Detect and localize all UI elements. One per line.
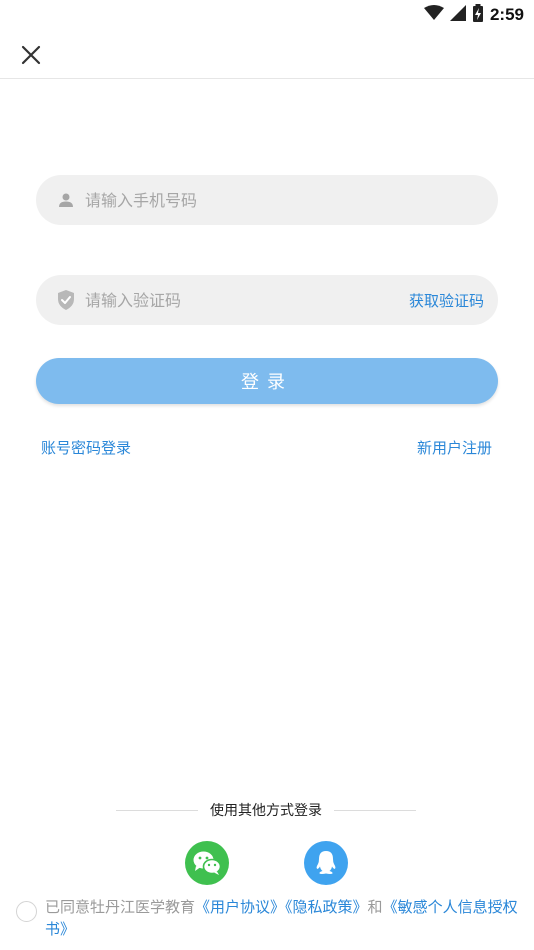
top-bar bbox=[0, 28, 534, 79]
get-code-button[interactable]: 获取验证码 bbox=[409, 290, 484, 311]
qq-login-button[interactable] bbox=[304, 841, 348, 885]
agreement: 已同意牡丹江医学教育《用户协议》《隐私政策》和《敏感个人信息授权书》 bbox=[16, 896, 532, 940]
close-button[interactable] bbox=[18, 42, 44, 68]
phone-input[interactable] bbox=[85, 175, 498, 225]
phone-input-row bbox=[36, 175, 498, 225]
other-login-title: 使用其他方式登录 bbox=[210, 803, 322, 819]
wechat-login-button[interactable] bbox=[185, 841, 229, 885]
code-input-row: 获取验证码 bbox=[36, 275, 498, 325]
login-button[interactable]: 登录 bbox=[36, 358, 498, 404]
wechat-icon bbox=[193, 851, 222, 875]
agreement-text: 已同意牡丹江医学教育《用户协议》《隐私政策》和《敏感个人信息授权书》 bbox=[45, 896, 532, 940]
agree-radio[interactable] bbox=[16, 901, 37, 922]
divider-line-left bbox=[116, 809, 198, 811]
signal-icon bbox=[449, 5, 466, 25]
user-icon bbox=[55, 189, 77, 211]
other-login-divider: 使用其他方式登录 bbox=[116, 800, 416, 820]
battery-icon bbox=[472, 4, 484, 26]
shield-icon bbox=[55, 289, 77, 311]
privacy-policy-link[interactable]: 《隐私政策》 bbox=[285, 898, 368, 916]
code-input[interactable] bbox=[85, 275, 409, 325]
register-link[interactable]: 新用户注册 bbox=[417, 437, 492, 458]
status-time: 2:59 bbox=[489, 5, 524, 24]
status-icons: 2:59 bbox=[423, 4, 524, 26]
status-bar: 2:59 bbox=[0, 0, 534, 28]
divider-line-right bbox=[334, 809, 416, 811]
close-icon bbox=[21, 45, 41, 65]
password-login-link[interactable]: 账号密码登录 bbox=[41, 437, 131, 458]
qq-icon bbox=[316, 851, 336, 874]
agreement-prefix: 已同意牡丹江医学教育 bbox=[45, 898, 196, 916]
agreement-connector: 和 bbox=[367, 898, 383, 916]
wifi-icon bbox=[423, 5, 444, 25]
user-agreement-link[interactable]: 《用户协议》 bbox=[195, 898, 285, 916]
